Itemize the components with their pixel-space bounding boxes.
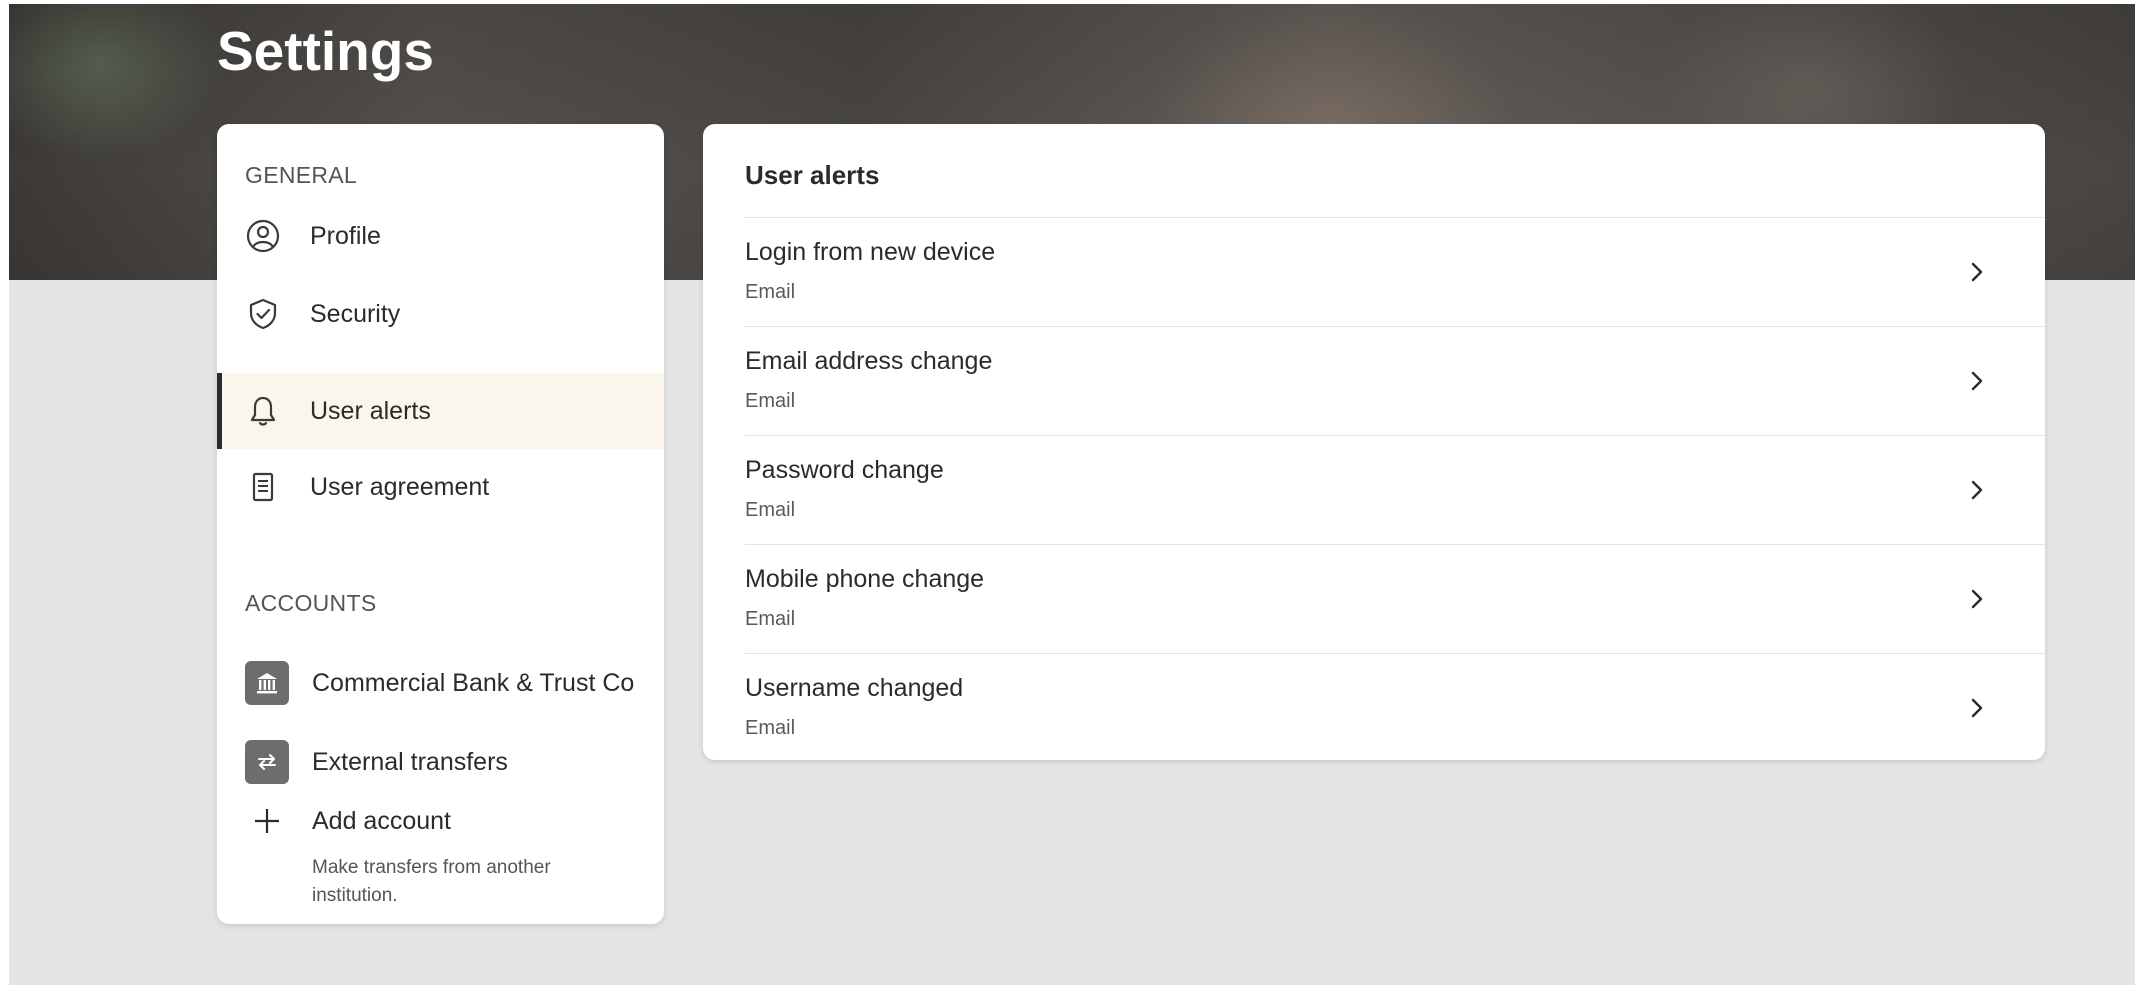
alert-channel: Email xyxy=(745,499,796,521)
chevron-right-icon xyxy=(1971,371,1983,391)
alert-row-mobile-phone-change[interactable]: Mobile phone change Email xyxy=(745,544,2045,653)
alert-channel: Email xyxy=(745,390,796,412)
account-item-external-transfers[interactable]: External transfers xyxy=(217,726,664,798)
shield-check-icon xyxy=(245,296,281,332)
chevron-right-icon xyxy=(1971,262,1983,282)
alert-name: Password change xyxy=(745,456,944,484)
alert-row-email-address-change[interactable]: Email address change Email xyxy=(745,326,2045,435)
alert-row-username-changed[interactable]: Username changed Email xyxy=(745,653,2045,762)
alert-row-password-change[interactable]: Password change Email xyxy=(745,435,2045,544)
alert-name: Mobile phone change xyxy=(745,565,985,593)
settings-sidebar: GENERAL Profile Security User alerts Use… xyxy=(217,124,664,924)
sidebar-item-user-alerts[interactable]: User alerts xyxy=(217,373,664,449)
sidebar-item-user-agreement[interactable]: User agreement xyxy=(217,449,664,525)
general-section-heading: GENERAL xyxy=(245,162,358,188)
accounts-section-heading: ACCOUNTS xyxy=(245,590,377,616)
chevron-right-icon xyxy=(1971,589,1983,609)
user-alerts-panel: User alerts Login from new device Email … xyxy=(703,124,2045,760)
person-circle-icon xyxy=(245,218,281,254)
alert-channel: Email xyxy=(745,281,796,303)
account-item-label: Commercial Bank & Trust Co xyxy=(312,668,635,697)
alert-name: Username changed xyxy=(745,674,964,702)
alert-name: Email address change xyxy=(745,347,993,375)
bell-icon xyxy=(245,393,281,429)
document-icon xyxy=(245,469,281,505)
sidebar-item-profile[interactable]: Profile xyxy=(217,198,664,274)
sidebar-item-label: Security xyxy=(310,299,401,328)
chevron-right-icon xyxy=(1971,480,1983,500)
add-account-label: Add account xyxy=(312,806,451,835)
sidebar-item-label: User agreement xyxy=(310,472,490,501)
alert-name: Login from new device xyxy=(745,238,996,266)
alert-channel: Email xyxy=(745,717,796,739)
add-account-button[interactable]: Add account xyxy=(217,792,664,850)
plus-icon xyxy=(249,803,285,839)
alert-row-login-new-device[interactable]: Login from new device Email xyxy=(745,217,2045,326)
chevron-right-icon xyxy=(1971,698,1983,718)
account-item-label: External transfers xyxy=(312,747,508,776)
sidebar-item-label: Profile xyxy=(310,221,381,250)
panel-title: User alerts xyxy=(745,160,880,190)
sidebar-item-security[interactable]: Security xyxy=(217,276,664,352)
alerts-list: Login from new device Email Email addres… xyxy=(745,217,2045,762)
add-account-description: Make transfers from another institution. xyxy=(312,857,551,906)
page-title: Settings xyxy=(217,20,434,82)
app-frame: Settings GENERAL Profile Security User a… xyxy=(9,4,2135,985)
sidebar-item-label: User alerts xyxy=(310,396,431,425)
alert-channel: Email xyxy=(745,608,796,630)
transfer-arrows-icon xyxy=(245,740,289,784)
account-item-commercial-bank[interactable]: Commercial Bank & Trust Co xyxy=(217,647,664,719)
bank-icon xyxy=(245,661,289,705)
